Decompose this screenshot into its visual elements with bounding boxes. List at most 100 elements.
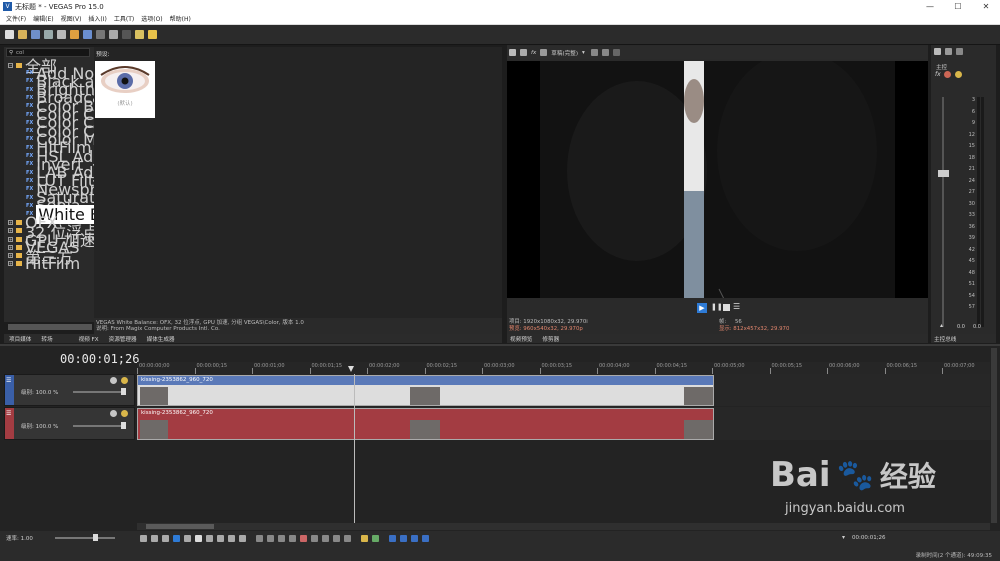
fx-folder[interactable]: + HitFilm	[8, 254, 80, 273]
preset-thumbnail[interactable]: (默认)	[95, 61, 155, 118]
vertical-scrollbar[interactable]	[991, 348, 997, 523]
zoom-tool-icon[interactable]	[289, 535, 296, 542]
snapping-icon[interactable]	[135, 30, 144, 39]
mute-icon[interactable]	[110, 377, 117, 384]
stop-icon[interactable]	[723, 304, 730, 311]
envelope-tool-icon[interactable]	[267, 535, 274, 542]
menu-file[interactable]: 文件(F)	[6, 14, 26, 23]
preview-split-icon[interactable]	[520, 49, 527, 56]
tab-explorer[interactable]: 资源管理器	[109, 335, 137, 343]
undo-icon[interactable]	[109, 30, 118, 39]
master-fader[interactable]	[938, 170, 949, 177]
ignore-grouping-icon[interactable]	[344, 535, 351, 542]
normal-edit-tool-icon[interactable]	[256, 535, 263, 542]
tab-trimmer[interactable]: 修剪器	[542, 335, 559, 343]
auto-crossfade-icon[interactable]	[389, 535, 396, 542]
expand-icon[interactable]: +	[8, 236, 13, 242]
master-fx-icon[interactable]: fx	[935, 71, 941, 78]
lock-envelopes-icon[interactable]	[333, 535, 340, 542]
region-icon[interactable]	[372, 535, 379, 542]
expand-icon[interactable]: +	[8, 261, 13, 267]
track-menu-icon[interactable]: ☰	[6, 410, 11, 417]
prev-frame-icon[interactable]	[228, 535, 235, 542]
play-from-start-icon[interactable]	[162, 535, 169, 542]
speaker-icon[interactable]	[945, 48, 952, 55]
redo-icon[interactable]	[122, 30, 131, 39]
menu-insert[interactable]: 插入(I)	[88, 14, 106, 23]
menu-view[interactable]: 视图(V)	[61, 14, 82, 23]
copy-snapshot-icon[interactable]	[612, 49, 620, 56]
splitter[interactable]	[0, 344, 1000, 346]
auto-ripple-toggle-icon[interactable]	[400, 535, 407, 542]
copy-icon[interactable]	[96, 30, 105, 39]
delete-icon[interactable]	[300, 535, 307, 542]
menu-help[interactable]: 帮助(H)	[170, 14, 191, 23]
second-clip[interactable]: kissing-2353862_960_720	[137, 408, 714, 440]
lock-icon[interactable]	[422, 535, 429, 542]
horizontal-scrollbar[interactable]	[137, 523, 990, 530]
record-icon[interactable]	[943, 71, 951, 78]
go-start-icon[interactable]	[206, 535, 213, 542]
video-track-header[interactable]: ☰ 级别: 100.0 %	[4, 374, 135, 406]
track-level-slider[interactable]	[73, 425, 125, 427]
solo-icon[interactable]	[121, 377, 128, 384]
lock-icon[interactable]: ▴	[940, 322, 943, 329]
chevron-down-icon[interactable]: ▾	[582, 50, 585, 56]
snapshot-icon[interactable]	[601, 49, 609, 56]
maximize-button[interactable]: ☐	[944, 0, 972, 13]
video-frame[interactable]	[507, 51, 928, 302]
save-as-icon[interactable]	[44, 30, 53, 39]
render-icon[interactable]	[70, 30, 79, 39]
tab-project-media[interactable]: 项目媒体	[9, 335, 31, 343]
preview-mode-icon[interactable]	[540, 49, 548, 56]
record-button-icon[interactable]	[140, 535, 147, 542]
expand-icon[interactable]: +	[8, 253, 13, 259]
tab-transitions[interactable]: 转场	[41, 335, 52, 343]
rate-slider[interactable]	[55, 537, 115, 539]
rate-slider-thumb[interactable]	[93, 534, 98, 541]
scroll-thumb[interactable]	[146, 524, 214, 529]
tab-master-bus[interactable]: 主控总线	[934, 335, 956, 343]
menu-options[interactable]: 选项(O)	[141, 14, 162, 23]
fx-tree-scrollbar[interactable]	[8, 324, 92, 330]
menu-edit[interactable]: 编辑(E)	[33, 14, 53, 23]
preview-settings-icon[interactable]	[509, 49, 516, 56]
go-end-icon[interactable]	[217, 535, 224, 542]
track-level-slider[interactable]	[73, 391, 125, 393]
tab-media-generators[interactable]: 媒体生成器	[147, 335, 175, 343]
bypass-icon[interactable]	[954, 71, 962, 78]
new-icon[interactable]	[5, 30, 14, 39]
loop-icon[interactable]	[151, 535, 158, 542]
gear-icon[interactable]	[934, 48, 941, 55]
save-icon[interactable]	[31, 30, 40, 39]
expand-icon[interactable]: +	[8, 244, 13, 250]
track-level-thumb[interactable]	[121, 422, 126, 429]
menu-tools[interactable]: 工具(T)	[114, 14, 134, 23]
play-icon[interactable]: ▶	[697, 303, 707, 313]
expand-icon[interactable]: +	[8, 219, 13, 225]
stop-button-icon[interactable]	[195, 535, 202, 542]
trim-icon[interactable]	[311, 535, 318, 542]
pause-button-icon[interactable]	[184, 535, 191, 542]
properties-icon[interactable]	[57, 30, 66, 39]
close-button[interactable]: ✕	[972, 0, 1000, 13]
auto-ripple-icon[interactable]	[148, 30, 157, 39]
snap-icon[interactable]	[411, 535, 418, 542]
video-clip[interactable]: kissing-2353862_960_720	[137, 375, 714, 406]
tab-video-preview[interactable]: 视频预览	[510, 335, 532, 343]
preview-quality-select[interactable]: 草稿(完整)	[551, 49, 578, 57]
menu-icon[interactable]: ☰	[733, 302, 740, 311]
mixer-icon[interactable]	[956, 48, 963, 55]
tab-video-fx[interactable]: 视频 FX	[79, 335, 99, 343]
overlays-icon[interactable]	[590, 49, 598, 56]
play-button-icon[interactable]	[173, 535, 180, 542]
mute-icon[interactable]	[110, 410, 117, 417]
marker-icon[interactable]	[361, 535, 368, 542]
minimize-button[interactable]: —	[916, 0, 944, 13]
selection-tool-icon[interactable]	[278, 535, 285, 542]
pause-icon[interactable]: ❚❚	[711, 303, 723, 311]
audio-track-header[interactable]: ☰ 级别: 100.0 %	[4, 407, 135, 440]
expand-icon[interactable]: +	[8, 228, 13, 234]
cut-icon[interactable]	[83, 30, 92, 39]
split-icon[interactable]	[322, 535, 329, 542]
